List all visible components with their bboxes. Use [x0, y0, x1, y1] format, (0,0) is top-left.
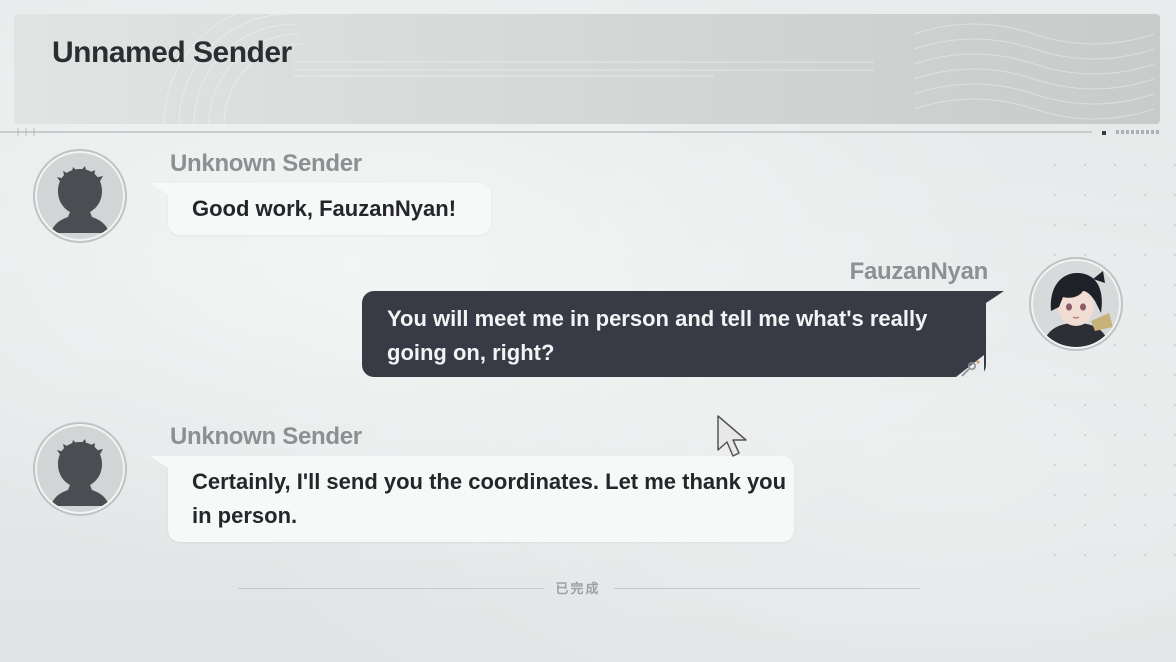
- message-bubble-incoming: Certainly, I'll send you the coordinates…: [150, 456, 794, 542]
- chat-header: Unnamed Sender: [14, 14, 1160, 124]
- message-text: Good work, FauzanNyan!: [192, 196, 457, 221]
- message-text: You will meet me in person and tell me w…: [387, 306, 928, 365]
- avatar-unknown-sender[interactable]: [37, 153, 123, 239]
- page-title: Unnamed Sender: [52, 36, 292, 69]
- message-bubble-outgoing: You will meet me in person and tell me w…: [362, 291, 1004, 377]
- footer-divider-left: [238, 588, 544, 589]
- footer-divider-right: [614, 588, 920, 589]
- silhouette-avatar-icon: [51, 166, 109, 233]
- header-divider: [0, 131, 1092, 133]
- avatar-unknown-sender[interactable]: [37, 426, 123, 512]
- avatar-fauzannyan[interactable]: [1033, 261, 1119, 347]
- sender-name: Unknown Sender: [170, 423, 362, 450]
- player-portrait-icon: [1033, 261, 1119, 347]
- sender-name: Unknown Sender: [170, 150, 362, 177]
- conversation-end-label: 已完成: [555, 581, 601, 596]
- mouse-cursor-icon: [717, 415, 747, 457]
- message-text: Certainly, I'll send you the coordinates…: [192, 469, 787, 528]
- sent-mark-icon: [956, 355, 984, 377]
- silhouette-avatar-icon: [51, 439, 109, 506]
- divider-ticks-icon: [17, 128, 35, 136]
- message-bubble-incoming: Good work, FauzanNyan!: [150, 183, 491, 235]
- header-code-decoration: [1116, 130, 1160, 134]
- sender-name: FauzanNyan: [849, 258, 989, 285]
- header-marker-icon: [1102, 131, 1106, 135]
- dot-grid-decoration: [1040, 150, 1176, 570]
